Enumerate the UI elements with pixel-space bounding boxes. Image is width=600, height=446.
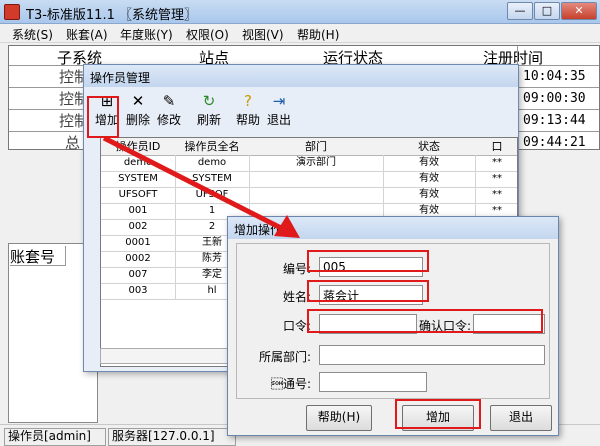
email-input[interactable] xyxy=(319,372,427,392)
delete-button[interactable]: ✕ 删除 xyxy=(123,91,153,133)
exit-button[interactable]: ⇥ 退出 xyxy=(264,91,294,133)
maximize-button[interactable]: □ xyxy=(534,2,560,20)
register-time: 09:44:21 xyxy=(523,135,586,150)
register-time: 09:00:30 xyxy=(523,91,586,106)
column-department[interactable]: 部门 xyxy=(249,138,384,156)
horizontal-scrollbar[interactable] xyxy=(100,348,240,364)
department-label: 所属部门: xyxy=(258,350,311,364)
grid-cell[interactable]: 0001 xyxy=(101,235,176,252)
grid-cell[interactable]: 演示部门 xyxy=(249,155,384,172)
highlight-add-button xyxy=(87,96,119,138)
delete-button-label: 删除 xyxy=(125,113,150,127)
edit-icon: ✎ xyxy=(162,92,176,110)
menu-annual-account[interactable]: 年度账(Y) xyxy=(120,26,173,43)
help-button-label: 帮助 xyxy=(235,113,260,127)
grid-cell[interactable]: demo xyxy=(175,155,250,172)
grid-cell[interactable]: 007 xyxy=(101,267,176,284)
grid-cell[interactable]: 0002 xyxy=(101,251,176,268)
grid-cell[interactable]: SYSTEM xyxy=(101,171,176,188)
menu-view[interactable]: 视图(V) xyxy=(242,26,284,43)
status-operator: 操作员[admin] xyxy=(4,428,106,446)
refresh-icon: ↻ xyxy=(202,92,216,110)
grid-cell[interactable]: 有效 xyxy=(383,171,476,188)
grid-cell[interactable]: 有效 xyxy=(383,155,476,172)
refresh-button-label: 刷新 xyxy=(196,113,221,127)
grid-cell[interactable]: SYSTEM xyxy=(175,171,250,188)
column-status[interactable]: 状态 xyxy=(383,138,476,156)
grid-cell[interactable]: 001 xyxy=(101,203,176,220)
password-label: 口令: xyxy=(282,319,311,333)
close-button[interactable]: ✕ xyxy=(561,2,597,20)
grid-cell[interactable]: 有效 xyxy=(383,187,476,204)
department-input[interactable] xyxy=(319,345,545,365)
column-operator-fullname[interactable]: 操作员全名 xyxy=(175,138,250,156)
refresh-button[interactable]: ↻ 刷新 xyxy=(194,91,224,133)
grid-cell[interactable]: 003 xyxy=(101,283,176,300)
menu-permissions[interactable]: 权限(O) xyxy=(186,26,229,43)
dialog-title-bar: 操作员管理 xyxy=(84,65,518,87)
column-password[interactable]: 口 xyxy=(475,138,517,156)
register-time: 10:04:35 xyxy=(523,69,586,84)
dialog-title-bar: 增加操作员 xyxy=(228,217,558,239)
grid-cell[interactable]: 002 xyxy=(101,219,176,236)
grid-cell[interactable]: UFSOFT xyxy=(101,187,176,204)
grid-cell[interactable] xyxy=(249,171,384,188)
header-account-number: 账套号 xyxy=(10,246,66,266)
email-label: 通号: xyxy=(270,377,311,391)
menu-account-set[interactable]: 账套(A) xyxy=(66,26,108,43)
grid-cell[interactable]: ** xyxy=(475,155,517,172)
help-icon: ? xyxy=(244,92,252,110)
menu-system[interactable]: 系统(S) xyxy=(12,26,53,43)
grid-cell[interactable] xyxy=(249,187,384,204)
exit-icon: ⇥ xyxy=(272,92,286,110)
delete-icon: ✕ xyxy=(131,92,145,110)
grid-cell[interactable]: ** xyxy=(475,187,517,204)
row-label: 总 xyxy=(65,134,81,152)
highlight-code-field xyxy=(307,250,429,272)
menu-help[interactable]: 帮助(H) xyxy=(297,26,339,43)
minimize-button[interactable]: — xyxy=(507,2,533,20)
name-label: 姓名: xyxy=(282,290,311,304)
highlight-name-field xyxy=(307,280,429,302)
dialog-title: 增加操作员 xyxy=(234,223,295,237)
operator-toolbar: ⊞ 增加 ✕ 删除 ✎ 修改 ↻ 刷新 ? 帮助 ⇥ 退出 xyxy=(89,91,294,137)
menu-bar: 系统(S) 账套(A) 年度账(Y) 权限(O) 视图(V) 帮助(H) xyxy=(0,24,600,43)
exit-button-label: 退出 xyxy=(266,113,291,127)
register-time: 09:13:44 xyxy=(523,113,586,128)
title-bar: T3-标准版11.1 〖系统管理〗 — □ ✕ xyxy=(0,0,600,24)
grid-cell[interactable]: ** xyxy=(475,171,517,188)
grid-cell[interactable]: demo xyxy=(101,155,176,172)
edit-button-label: 修改 xyxy=(156,113,181,127)
highlight-password-fields xyxy=(307,309,543,333)
help-button[interactable]: ? 帮助 xyxy=(233,91,263,133)
status-server: 服务器[127.0.0.1] xyxy=(108,428,236,446)
dialog-title: 操作员管理 xyxy=(90,71,151,85)
help-button[interactable]: 帮助(H) xyxy=(306,405,372,431)
column-operator-id[interactable]: 操作员ID xyxy=(101,138,176,156)
window-title: T3-标准版11.1 〖系统管理〗 xyxy=(26,8,197,23)
highlight-add-operator-button xyxy=(395,399,481,429)
app-logo-icon xyxy=(4,4,20,20)
exit-button[interactable]: 退出 xyxy=(490,405,552,431)
code-label: 编号: xyxy=(282,262,311,276)
edit-button[interactable]: ✎ 修改 xyxy=(154,91,184,133)
grid-cell[interactable]: UFSOF xyxy=(175,187,250,204)
